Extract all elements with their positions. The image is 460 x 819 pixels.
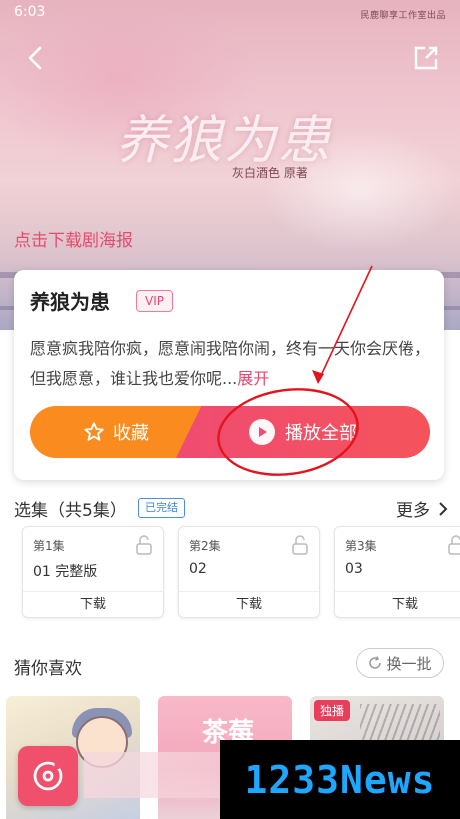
drama-title: 养狼为患 (30, 290, 110, 314)
description-text: 愿意疯我陪你疯，愿意闹我陪你闹，终有一天你会厌倦，但我愿意，谁让我也爱你呢... (30, 339, 431, 388)
episode-number: 第2集 (189, 539, 221, 553)
episode-card[interactable]: 第2集 02 下载 (178, 526, 320, 618)
refresh-button[interactable]: 换一批 (356, 648, 444, 678)
vip-badge: VIP (136, 290, 173, 312)
play-all-label: 播放全部 (285, 423, 357, 444)
episode-name: 02 (189, 561, 207, 577)
music-disc-icon (33, 761, 63, 791)
collect-label: 收藏 (113, 423, 149, 444)
more-label: 更多 (396, 501, 430, 521)
status-publisher-text: 民鹿聊享工作室出品 (360, 11, 446, 21)
unlock-icon (448, 535, 460, 555)
chevron-right-icon (439, 501, 448, 516)
blurred-area (84, 752, 224, 798)
episode-number: 第1集 (33, 539, 65, 553)
drama-description: 愿意疯我陪你疯，愿意闹我陪你闹，终有一天你会厌倦，但我愿意，谁让我也爱你呢...… (30, 334, 435, 394)
refresh-label: 换一批 (386, 654, 432, 673)
episode-card[interactable]: 第1集 01 完整版 下载 (22, 526, 164, 618)
episode-download-button[interactable]: 下载 (23, 591, 163, 617)
refresh-icon (369, 656, 382, 669)
status-time: 6:03 (14, 4, 46, 20)
more-episodes-link[interactable]: 更多 (396, 496, 448, 521)
episode-download-button[interactable]: 下载 (179, 591, 319, 617)
poster-title-art: 养狼为患 (116, 111, 333, 171)
watermark: 1233News (220, 740, 460, 819)
play-all-button[interactable]: 播放全部 (176, 406, 430, 458)
share-icon[interactable] (412, 44, 440, 72)
drama-info-card: 养狼为患 VIP 愿意疯我陪你疯，愿意闹我陪你闹，终有一天你会厌倦，但我愿意，谁… (14, 270, 444, 480)
episode-card[interactable]: 第3集 03 下载 (334, 526, 460, 618)
back-arrow-icon[interactable] (22, 44, 50, 72)
episodes-header: 选集（共5集） (14, 501, 127, 521)
play-icon (249, 419, 275, 445)
download-poster-link[interactable]: 点击下载剧海报 (14, 226, 133, 251)
episode-name: 03 (345, 561, 363, 577)
floating-player-button[interactable] (18, 746, 78, 806)
expand-link[interactable]: 展开 (237, 369, 269, 388)
unlock-icon (136, 535, 152, 555)
episode-number: 第3集 (345, 539, 377, 553)
episode-download-button[interactable]: 下载 (335, 591, 460, 617)
recommend-header: 猜你喜欢 (14, 659, 82, 679)
episode-name: 01 完整版 (33, 564, 98, 580)
unlock-icon (292, 535, 308, 555)
collect-button[interactable]: 收藏 (30, 406, 202, 458)
poster-author: 灰白酒色 原著 (232, 166, 308, 180)
star-icon (84, 422, 104, 441)
exclusive-badge: 独播 (314, 700, 351, 721)
completed-badge: 已完结 (138, 498, 185, 518)
